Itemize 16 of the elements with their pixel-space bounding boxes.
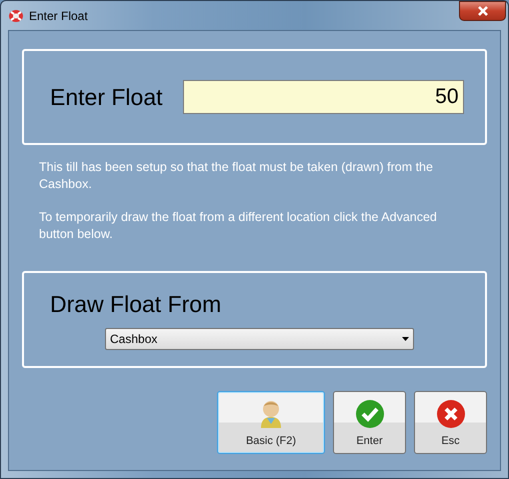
check-icon	[354, 398, 384, 428]
close-icon	[476, 6, 488, 16]
close-button[interactable]	[459, 1, 506, 21]
float-label: Enter Float	[50, 82, 162, 112]
window-title: Enter Float	[29, 8, 88, 24]
dialog-button[interactable]: Enter	[333, 391, 406, 454]
location-dropdown[interactable]: Cashbox	[105, 328, 414, 350]
dialog-button[interactable]: Esc	[414, 391, 487, 454]
lifebuoy-icon	[8, 8, 24, 22]
float-input[interactable]: 50	[182, 80, 464, 114]
close-icon	[436, 398, 466, 428]
info-text: This till has been setup so that the float must be taken (drawn) from the Cashbox.	[39, 159, 434, 193]
info-text: To temporarily draw the float from a different location click the Advanced button below.	[39, 209, 438, 243]
draw-label: Draw Float From	[50, 290, 222, 319]
caret-icon	[402, 336, 409, 340]
dialog-button[interactable]: Basic (F2)	[217, 391, 325, 454]
